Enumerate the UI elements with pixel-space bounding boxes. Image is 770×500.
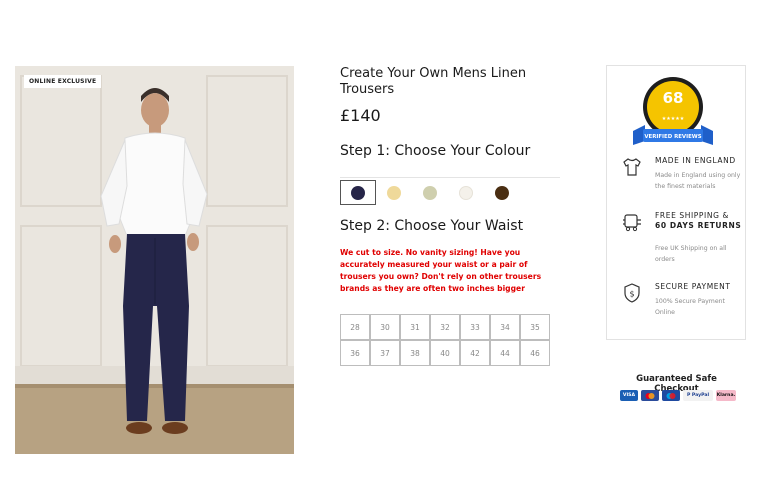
feature-title: FREE SHIPPING & 60 DAYS RETURNS	[655, 211, 745, 231]
feature-description: Free UK Shipping on all orders	[655, 245, 727, 263]
size-option[interactable]: 30	[370, 314, 400, 340]
feature-title-bold: 60 DAYS RETURNS	[655, 221, 742, 230]
online-exclusive-badge: ONLINE EXCLUSIVE	[24, 75, 102, 88]
divider	[340, 177, 560, 178]
swatch-dot	[351, 185, 365, 200]
swatch-sage[interactable]	[412, 180, 448, 205]
swatch-navy[interactable]	[340, 180, 376, 205]
visa-icon: VISA	[620, 390, 638, 401]
delivery-truck-icon	[623, 214, 641, 232]
swatch-dot	[495, 185, 509, 200]
svg-text:$: $	[629, 290, 634, 299]
size-option[interactable]: 37	[370, 340, 400, 366]
feature-description: Made in England using only the finest ma…	[655, 172, 741, 190]
verified-reviews-label: VERIFIED REVIEWS	[644, 134, 701, 140]
size-option[interactable]: 46	[520, 340, 550, 366]
sizing-warning: We cut to size. No vanity sizing! Have y…	[340, 248, 542, 293]
colour-swatch-list	[340, 180, 520, 205]
mastercard-icon	[641, 390, 659, 401]
product-price: £140	[340, 106, 381, 125]
verified-reviews-seal[interactable]: VERIFIED REVIEWS ★★★★★ 68	[625, 75, 725, 149]
swatch-sand[interactable]	[376, 180, 412, 205]
swatch-cream[interactable]	[448, 180, 484, 205]
size-option[interactable]: 44	[490, 340, 520, 366]
size-option[interactable]: 35	[520, 314, 550, 340]
waist-size-grid: 28 30 31 32 33 34 35 36 37 38 40 42 44 4…	[340, 314, 550, 366]
shield-dollar-icon: $	[624, 283, 640, 303]
paypal-icon: P PayPal	[683, 390, 713, 401]
feature-title-line: FREE SHIPPING &	[655, 211, 729, 220]
size-option[interactable]: 40	[430, 340, 460, 366]
model-photo-illustration	[15, 66, 294, 454]
info-card: VERIFIED REVIEWS ★★★★★ 68 MADE IN ENGLAN…	[606, 65, 746, 340]
product-image[interactable]: ONLINE EXCLUSIVE	[15, 66, 294, 454]
product-title: Create Your Own Mens Linen Trousers	[340, 66, 527, 97]
review-score: 68	[662, 89, 684, 107]
size-option[interactable]: 33	[460, 314, 490, 340]
size-option[interactable]: 32	[430, 314, 460, 340]
size-option[interactable]: 38	[400, 340, 430, 366]
size-option[interactable]: 42	[460, 340, 490, 366]
svg-text:★★★★★: ★★★★★	[662, 116, 685, 122]
feature-title: SECURE PAYMENT	[655, 282, 731, 291]
waist-step-heading: Step 2: Choose Your Waist	[340, 218, 524, 234]
feature-description: 100% Secure Payment Online	[655, 298, 725, 316]
swatch-dot	[423, 185, 437, 200]
size-option[interactable]: 28	[340, 314, 370, 340]
verified-reviews-badge-icon: VERIFIED REVIEWS ★★★★★	[633, 77, 713, 145]
size-option[interactable]: 34	[490, 314, 520, 340]
feature-title: MADE IN ENGLAND	[655, 156, 736, 165]
maestro-icon	[662, 390, 680, 401]
colour-step-heading: Step 1: Choose Your Colour	[340, 143, 531, 159]
swatch-brown[interactable]	[484, 180, 520, 205]
klarna-icon: Klarna.	[716, 390, 736, 401]
swatch-dot	[459, 185, 473, 200]
shirt-icon	[623, 158, 641, 176]
swatch-dot	[387, 185, 401, 200]
size-option[interactable]: 31	[400, 314, 430, 340]
size-option[interactable]: 36	[340, 340, 370, 366]
payment-methods: VISA P PayPal Klarna.	[620, 390, 736, 401]
